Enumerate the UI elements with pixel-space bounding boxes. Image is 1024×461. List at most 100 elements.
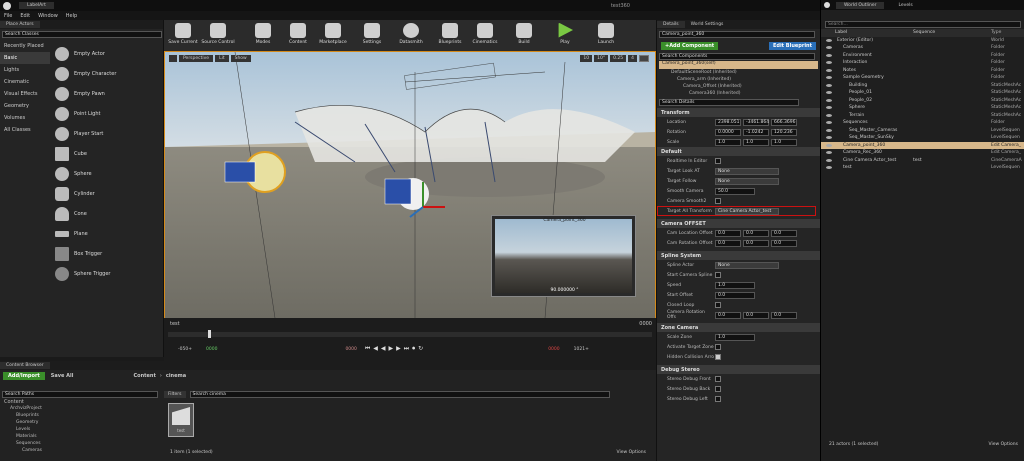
target-look-at-dropdown[interactable]: None [715, 167, 779, 175]
filters-button[interactable]: Filters [164, 391, 186, 398]
scale-zone-field[interactable]: 1.0 [715, 333, 755, 341]
menu-edit[interactable]: Edit [20, 13, 30, 19]
visibility-eye-icon[interactable] [826, 166, 832, 170]
closed-loop-checkbox[interactable] [715, 302, 721, 308]
outliner-row[interactable]: Environment Folder [821, 52, 1024, 60]
visibility-eye-icon[interactable] [826, 38, 832, 42]
realtime-checkbox[interactable] [715, 158, 721, 164]
timeline-bar[interactable] [168, 332, 652, 337]
actor-empty-pawn[interactable]: Empty Pawn [0, 84, 164, 104]
location-x[interactable]: 2398.051 [715, 118, 741, 126]
search-cinema-input[interactable]: Search cinema [189, 391, 610, 398]
stereo-debug-front-checkbox[interactable] [715, 376, 721, 382]
visibility-eye-icon[interactable] [826, 113, 832, 117]
tree-archvizproject[interactable]: ArchvizProject [2, 405, 160, 412]
debug-stereo-section[interactable]: Debug Stereo [657, 365, 820, 374]
menu-help[interactable]: Help [66, 13, 77, 19]
tree-geometry[interactable]: Geometry [2, 419, 160, 426]
save-current-button[interactable]: Save Current [166, 21, 200, 51]
actor-point-light[interactable]: Point Light [0, 104, 164, 124]
content-browser-tab[interactable]: Content Browser [0, 362, 50, 369]
spline-rot-x[interactable]: 0.0 [715, 311, 741, 319]
details-tab[interactable]: Details [657, 21, 685, 28]
outliner-row[interactable]: Sample Geometry Folder [821, 74, 1024, 82]
location-z[interactable]: 666.3696 [771, 118, 797, 126]
stereo-debug-back-checkbox[interactable] [715, 386, 721, 392]
rotation-y[interactable]: -1.0242 [743, 128, 769, 136]
visibility-eye-icon[interactable] [826, 91, 832, 95]
tree-levels[interactable]: Levels [2, 426, 160, 433]
cam-location-offset-z[interactable]: 0.0 [771, 229, 797, 237]
view-options-button[interactable]: View Options [617, 450, 646, 455]
col-sequence[interactable]: Sequence [913, 30, 935, 35]
outliner-row[interactable]: Building StaticMeshAc [821, 82, 1024, 90]
actor-box-trigger[interactable]: Box Trigger [0, 244, 164, 264]
rotation-z[interactable]: 120.236 [771, 128, 797, 136]
spline-system-section[interactable]: Spline System [657, 251, 820, 260]
outliner-row[interactable]: Exterior (Editor) World [821, 37, 1024, 45]
actor-cone[interactable]: Cone [0, 204, 164, 224]
cam-location-offset-y[interactable]: 0.0 [743, 229, 769, 237]
scale-x[interactable]: 1.0 [715, 138, 741, 146]
col-label[interactable]: Label [835, 30, 847, 35]
search-classes-input[interactable]: Search Classes [2, 31, 162, 38]
visibility-eye-icon[interactable] [826, 46, 832, 50]
actor-name-field[interactable]: Camera_point_360 [659, 31, 815, 38]
world-outliner-tab[interactable]: World Outliner [836, 1, 885, 9]
world-settings-tab[interactable]: World Settings [685, 21, 730, 28]
target-all-transform-dropdown[interactable]: Cine Camera Actor_test [715, 207, 779, 215]
source-control-button[interactable]: Source Control [201, 21, 235, 51]
outliner-row[interactable]: test LevelSequen [821, 164, 1024, 172]
cam-rotation-offset-y[interactable]: 0.0 [743, 239, 769, 247]
outliner-row[interactable]: Sequences Folder [821, 119, 1024, 127]
add-import-button[interactable]: Add/Import [3, 372, 45, 380]
add-component-button[interactable]: +Add Component [661, 42, 719, 50]
location-y[interactable]: -3461.864 [743, 118, 769, 126]
actor-sphere-trigger[interactable]: Sphere Trigger [0, 264, 164, 284]
target-follow-dropdown[interactable]: None [715, 177, 779, 185]
rotation-snap-value[interactable]: 10° [594, 55, 609, 62]
menu-file[interactable]: File [4, 13, 12, 19]
visibility-eye-icon[interactable] [826, 121, 832, 125]
visibility-eye-icon[interactable] [826, 158, 832, 162]
launch-button[interactable]: Launch [589, 21, 623, 51]
visibility-eye-icon[interactable] [826, 106, 832, 110]
camera-offset-section[interactable]: Camera OFFSET [657, 219, 820, 228]
transform-section[interactable]: Transform [657, 108, 820, 117]
actor-plane[interactable]: Plane [0, 224, 164, 244]
outliner-view-options-button[interactable]: View Options [989, 442, 1018, 447]
start-camera-spline-checkbox[interactable] [715, 272, 721, 278]
smooth-camera-field[interactable]: 50.0 [715, 187, 755, 195]
tree-sequences[interactable]: Sequences [2, 440, 160, 447]
actor-sphere[interactable]: Sphere [0, 164, 164, 184]
edit-blueprint-button[interactable]: Edit Blueprint [768, 42, 816, 50]
grid-snap-value[interactable]: 10 [580, 55, 593, 62]
playhead[interactable] [208, 330, 211, 338]
outliner-row[interactable]: Notes Folder [821, 67, 1024, 75]
outliner-row[interactable]: Cameras Folder [821, 44, 1024, 52]
asset-tile-test[interactable]: test [168, 403, 194, 437]
component-self[interactable]: Camera_point_360(self) [659, 61, 818, 69]
outliner-row[interactable]: People_01 StaticMeshAc [821, 89, 1024, 97]
outliner-row[interactable]: Camera_Rec_360 Edit Camera_ [821, 149, 1024, 157]
spline-rot-y[interactable]: 0.0 [743, 311, 769, 319]
search-details-input[interactable]: Search Details [659, 99, 799, 106]
component-camera360[interactable]: Camera360 (Inherited) [657, 90, 820, 97]
scale-y[interactable]: 1.0 [743, 138, 769, 146]
show-button[interactable]: Show [230, 55, 251, 62]
visibility-eye-icon[interactable] [826, 68, 832, 72]
transport-controls[interactable]: ⏮◀◀▶▶⏭⏺↻ [365, 345, 426, 353]
levels-tab[interactable]: Levels [890, 2, 920, 9]
camera-speed-value[interactable]: 4 [628, 55, 637, 62]
content-button[interactable]: Content [281, 21, 315, 51]
outliner-row[interactable]: People_02 StaticMeshAc [821, 97, 1024, 105]
actor-empty-actor[interactable]: Empty Actor [0, 44, 164, 64]
window-tab[interactable]: LabelArt [19, 2, 54, 9]
hidden-collision-checkbox[interactable] [715, 354, 721, 360]
tree-content[interactable]: Content [2, 398, 160, 405]
col-type[interactable]: Type [991, 30, 1001, 35]
cam-rotation-offset-z[interactable]: 0.0 [771, 239, 797, 247]
marketplace-button[interactable]: Marketplace [316, 21, 350, 51]
perspective-button[interactable]: Perspective [179, 55, 214, 62]
outliner-row[interactable]: Seq_Master_SunSky LevelSequen [821, 134, 1024, 142]
